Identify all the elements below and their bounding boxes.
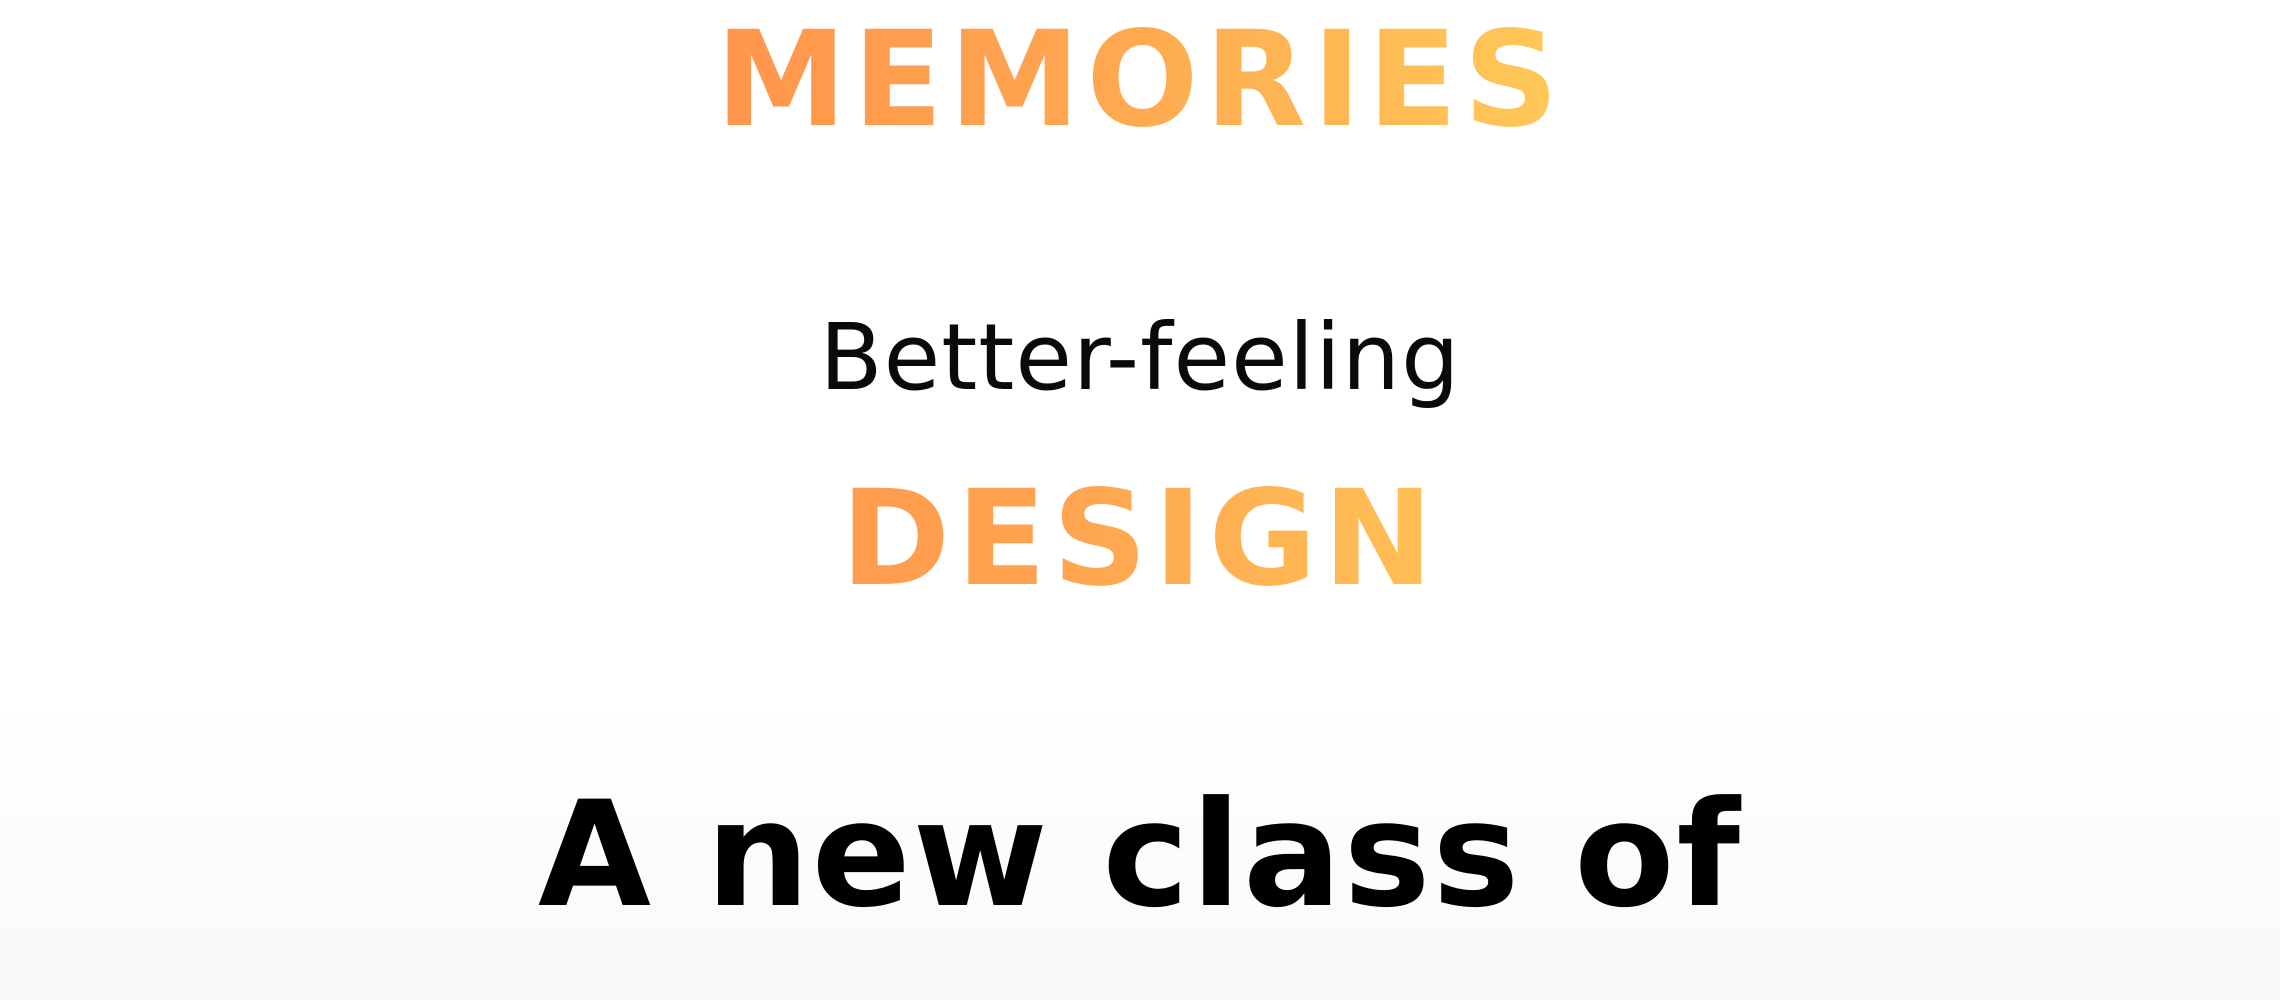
hero-page: MEMORIES Better-feeling DESIGN A new cla… (0, 0, 2280, 1000)
gradient-word-design: DESIGN (0, 473, 2280, 605)
subtitle-better-feeling: Better-feeling (819, 304, 1461, 411)
headline-new-class: A new class of (537, 770, 1743, 940)
gradient-word-memories: MEMORIES (0, 14, 2280, 146)
